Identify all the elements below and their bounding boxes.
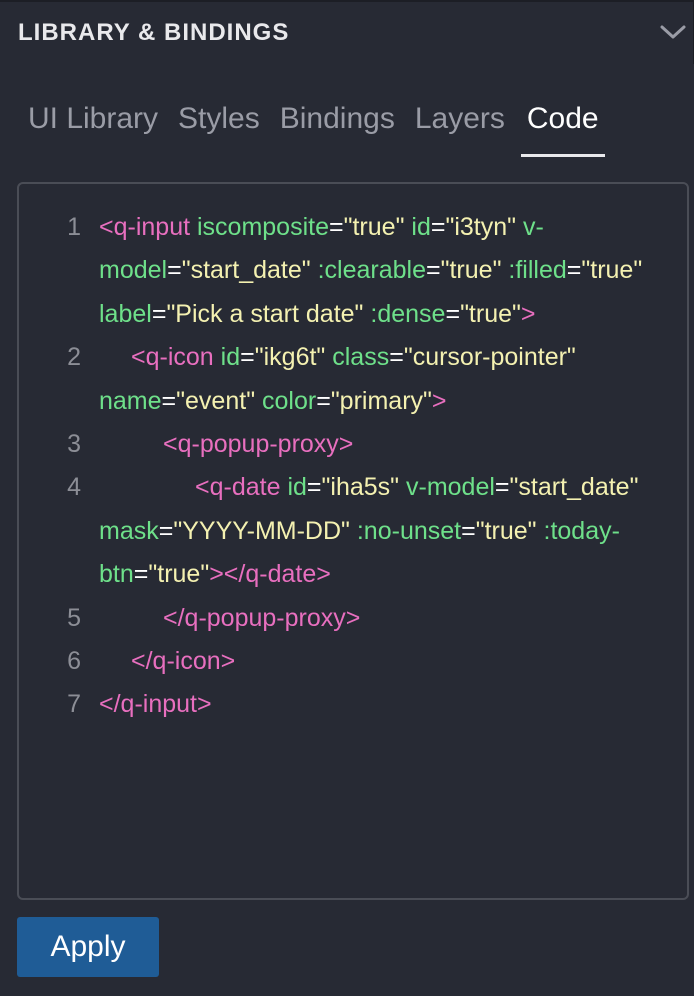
code-token-str: "true" [148,560,210,589]
code-token-str: "YYYY-MM-DD" [173,516,350,545]
code-line: 6 </q-icon> [19,640,687,683]
code-token-eq: = [151,299,167,328]
code-line: 2 <q-icon id="ikg6t" class="cursor-pointe… [19,336,687,423]
code-line: 4 <q-date id="iha5s" v-model="start_date"… [19,466,687,596]
code-line: 7 </q-input> [19,683,687,726]
code-token-tag: ></q-date> [209,560,331,589]
line-number: 6 [67,647,81,676]
code-token-attr: :no-unset [356,516,462,545]
code-token-eq: = [316,386,331,415]
line-number: 1 [67,213,81,241]
code-line-content: </q-input> [99,690,212,718]
line-number: 7 [67,690,81,719]
line-number: 3 [67,430,81,459]
code-line-content: </q-popup-proxy> [99,604,360,632]
code-token-tag: </q-icon> [131,647,236,676]
code-token-str: "true" [440,256,502,285]
code-token-str: "i3tyn" [445,213,517,241]
tab-ui-library[interactable]: UI Library [28,96,158,142]
code-token-str: "event" [176,386,256,415]
code-token-eq: = [133,560,149,589]
code-token-attr: class [332,343,390,372]
code-token-str: "true" [581,256,643,285]
code-token-attr: color [262,386,317,415]
code-token-eq: = [306,473,322,502]
code-token-str: "true" [460,299,521,328]
code-token-attr: :clearable [317,256,426,285]
code-token-tag: > [431,386,447,415]
code-token-eq: = [240,343,255,372]
code-token-str: "iha5s" [321,473,400,502]
code-token-tag: <q-icon [131,343,214,372]
tab-layers[interactable]: Layers [415,96,505,142]
code-token-attr: v-model [406,473,495,502]
code-token-tag: <q-date [195,473,281,502]
code-line-content: <q-date id="iha5s" v-model="start_date" … [99,473,638,588]
code-line-content: </q-icon> [99,647,235,675]
code-token-attr: id [287,473,307,502]
code-token-eq: = [461,516,476,545]
code-token-tag: </q-popup-proxy> [163,603,361,632]
code-token-str: "ikg6t" [254,343,326,372]
code-token-eq: = [566,256,582,285]
code-token-eq: = [494,473,510,502]
code-token-str: "start_date" [509,473,639,502]
code-token-str: "primary" [330,386,432,415]
code-token-str: "start_date" [181,256,311,285]
code-token-attr: name [99,386,162,415]
apply-button[interactable]: Apply [17,917,159,977]
library-bindings-panel: LIBRARY & BINDINGS UI Library Styles Bin… [0,0,694,996]
tab-styles[interactable]: Styles [178,96,260,142]
code-token-eq: = [161,386,177,415]
code-token-attr: mask [99,516,159,545]
code-token-eq: = [389,343,404,372]
code-lines: 1 <q-input iscomposite="true" id="i3tyn" … [19,206,687,727]
panel-header[interactable]: LIBRARY & BINDINGS [0,2,694,64]
line-number: 5 [67,603,81,632]
code-token-eq: = [158,516,174,545]
tab-bindings[interactable]: Bindings [280,96,395,142]
tab-bar: UI Library Styles Bindings Layers Code [28,96,619,160]
code-line: 3 <q-popup-proxy> [19,423,687,466]
code-token-attr: id [220,343,241,372]
code-line-content: <q-popup-proxy> [99,430,353,458]
code-line-content: <q-input iscomposite="true" id="i3tyn" v… [99,213,642,328]
code-token-tag: > [520,299,536,328]
line-number: 4 [67,473,81,502]
code-token-attr: id [411,213,431,241]
code-token-str: "true" [343,213,405,241]
code-token-attr: label [99,299,152,328]
code-token-str: "Pick a start date" [166,299,364,328]
panel-title: LIBRARY & BINDINGS [18,19,290,46]
tab-code[interactable]: Code [520,96,605,157]
code-token-tag: <q-input [99,213,191,241]
code-token-str: "cursor-pointer" [403,343,576,372]
code-token-attr: :dense [370,299,446,328]
chevron-down-icon[interactable] [659,22,687,42]
code-token-str: "true" [475,516,537,545]
code-token-tag: <q-popup-proxy> [163,430,354,459]
line-number: 2 [67,343,81,372]
code-token-eq: = [426,256,441,285]
code-line-content: <q-icon id="ikg6t" class="cursor-pointer… [99,343,576,414]
code-token-eq: = [329,213,344,241]
code-token-eq: = [167,256,182,285]
code-line: 1 <q-input iscomposite="true" id="i3tyn" … [19,206,687,336]
code-token-eq: = [430,213,446,241]
code-token-attr: iscomposite [197,213,329,241]
code-token-attr: :filled [508,256,567,285]
code-line: 5 </q-popup-proxy> [19,597,687,640]
code-token-tag: </q-input> [99,690,212,719]
code-token-eq: = [445,299,461,328]
code-editor[interactable]: 1 <q-input iscomposite="true" id="i3tyn" … [17,182,689,900]
